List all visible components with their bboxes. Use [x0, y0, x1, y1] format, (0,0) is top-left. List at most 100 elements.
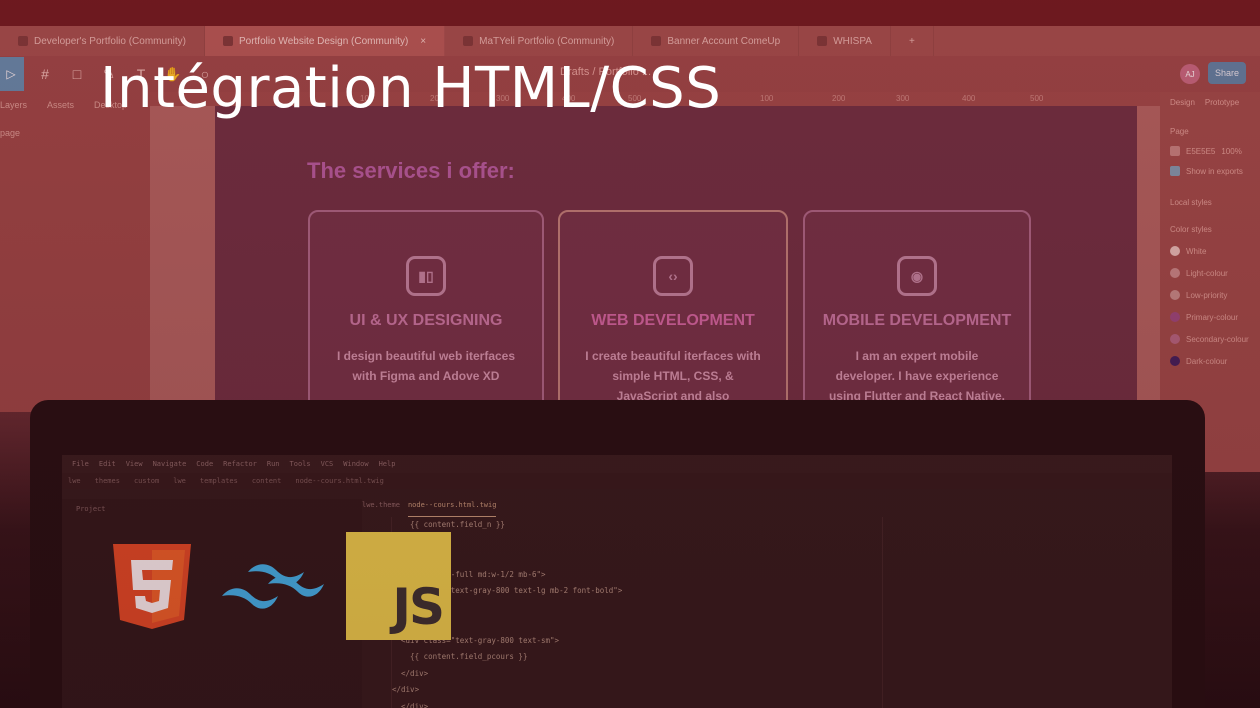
- ide-menu-item[interactable]: View: [126, 460, 143, 468]
- code-line: </div>: [392, 550, 892, 567]
- layers-panel: Layers Assets Desktop page: [0, 92, 150, 412]
- color-style-label: Primary-colour: [1186, 312, 1239, 322]
- ruler-tick: 400: [962, 94, 976, 103]
- ide-menu-item[interactable]: Run: [267, 460, 280, 468]
- code-editor[interactable]: {{ content.field_n }} </div></div><div c…: [392, 517, 892, 708]
- add-tab-button[interactable]: +: [891, 26, 934, 56]
- service-card-web[interactable]: ‹› WEB DEVELOPMENT I create beautiful it…: [558, 210, 788, 423]
- figma-file-icon: [651, 36, 662, 46]
- ide-menu-item[interactable]: Window: [343, 460, 368, 468]
- tab-design[interactable]: Design: [1170, 98, 1195, 107]
- ide-menu-item[interactable]: Tools: [290, 460, 311, 468]
- code-line: </div>: [392, 685, 420, 694]
- tailwind-logo-icon: [222, 564, 324, 609]
- services-title: The services i offer:: [307, 158, 515, 183]
- ide-menu-item[interactable]: Edit: [99, 460, 116, 468]
- design-frame[interactable]: The services i offer: ▮▯ UI & UX DESIGNI…: [215, 106, 1137, 423]
- figma-tab-bar: Developer's Portfolio (Community) Portfol…: [0, 26, 1260, 56]
- js-label: JS: [392, 578, 445, 636]
- checkbox-icon[interactable]: [1170, 166, 1180, 176]
- color-style-item[interactable]: Light-colour: [1160, 256, 1260, 278]
- breadcrumb-item[interactable]: lwe: [68, 477, 81, 485]
- ide-menu-item[interactable]: File: [72, 460, 89, 468]
- figma-tab[interactable]: WHISPA: [799, 26, 891, 56]
- frame-tool-icon[interactable]: #: [34, 63, 56, 85]
- figma-file-icon: [817, 36, 828, 46]
- color-style-item[interactable]: Secondary-colour: [1160, 322, 1260, 344]
- page-title: Intégration HTML/CSS: [100, 56, 722, 121]
- page-heading: Page: [1170, 127, 1189, 136]
- ruler-tick: 100: [760, 94, 774, 103]
- color-swatch-icon: [1170, 356, 1180, 366]
- color-swatch-icon: [1170, 268, 1180, 278]
- tab-prototype[interactable]: Prototype: [1205, 98, 1239, 107]
- color-style-label: White: [1186, 246, 1207, 256]
- breadcrumb-item[interactable]: custom: [134, 477, 159, 485]
- show-exports-label: Show in exports: [1186, 166, 1243, 176]
- figma-tab[interactable]: MaTYeli Portfolio (Community): [445, 26, 634, 56]
- color-style-item[interactable]: White: [1160, 234, 1260, 256]
- figma-file-icon: [222, 36, 233, 46]
- breadcrumb-item[interactable]: node--cours.html.twig: [295, 477, 384, 485]
- breadcrumb-item[interactable]: lwe: [173, 477, 186, 485]
- figma-tab-label: WHISPA: [833, 35, 872, 47]
- figma-file-icon: [463, 36, 474, 46]
- tab-assets[interactable]: Assets: [47, 100, 74, 110]
- page-opacity-value[interactable]: 100%: [1221, 147, 1241, 156]
- ide-menu-item[interactable]: Help: [379, 460, 396, 468]
- code-line: </h3>: [392, 616, 892, 633]
- breadcrumb-item[interactable]: templates: [200, 477, 238, 485]
- breadcrumb-item[interactable]: content: [252, 477, 282, 485]
- service-card-mobile[interactable]: ◉ MOBILE DEVELOPMENT I am an expert mobi…: [803, 210, 1031, 410]
- html5-logo-icon: [113, 544, 191, 629]
- show-exports-row[interactable]: Show in exports: [1160, 156, 1260, 176]
- figma-tab-label: Portfolio Website Design (Community): [238, 35, 409, 47]
- color-styles-heading: Color styles: [1170, 225, 1212, 234]
- color-swatch-icon: [1170, 312, 1180, 322]
- ruler-tick: 200: [832, 94, 846, 103]
- color-swatch-icon: [1170, 334, 1180, 344]
- card-title: WEB DEVELOPMENT: [591, 312, 755, 329]
- card-text: I am an expert mobile developer. I have …: [828, 349, 1006, 403]
- figma-tab[interactable]: Banner Account ComeUp: [633, 26, 800, 56]
- figma-file-icon: [18, 36, 28, 46]
- page-color-value[interactable]: E5E5E5: [1186, 147, 1215, 156]
- ide-menu-item[interactable]: Navigate: [153, 460, 187, 468]
- card-text: I design beautiful web iterfaces with Fi…: [336, 349, 516, 383]
- service-card-ui-ux[interactable]: ▮▯ UI & UX DESIGNING I design beautiful …: [308, 210, 544, 410]
- color-style-item[interactable]: Low-priority: [1160, 278, 1260, 300]
- card-title: UI & UX DESIGNING: [349, 312, 503, 329]
- figma-tab[interactable]: Portfolio Website Design (Community) ×: [204, 26, 446, 56]
- color-style-item[interactable]: Primary-colour: [1160, 300, 1260, 322]
- ide-menu-item[interactable]: Refactor: [223, 460, 257, 468]
- android-icon: ◉: [897, 256, 937, 296]
- code-line: {{ content.field_pcours }}: [392, 652, 528, 661]
- editor-tab[interactable]: lwe.theme: [362, 501, 400, 517]
- code-line: Fonse: [392, 600, 892, 617]
- figma-tab-label: MaTYeli Portfolio (Community): [479, 35, 615, 47]
- breadcrumb: lwe themes custom lwe templates content node--…: [62, 473, 1172, 489]
- javascript-logo-icon: JS: [346, 532, 451, 640]
- tab-layers[interactable]: Layers: [0, 100, 27, 110]
- ide-menu-item[interactable]: Code: [196, 460, 213, 468]
- move-tool-icon[interactable]: ▷: [0, 57, 24, 91]
- color-style-label: Secondary-colour: [1186, 334, 1249, 344]
- project-label: Project: [76, 505, 106, 513]
- figma-tab[interactable]: Developer's Portfolio (Community): [0, 26, 205, 56]
- editor-tab[interactable]: node--cours.html.twig: [407, 501, 497, 517]
- close-tab-icon[interactable]: ×: [420, 36, 426, 47]
- color-swatch-icon: [1170, 290, 1180, 300]
- top-strip: [0, 0, 1260, 26]
- ide-menu-item[interactable]: VCS: [321, 460, 334, 468]
- card-title: MOBILE DEVELOPMENT: [822, 312, 1012, 329]
- code-line: </div>: [392, 701, 429, 708]
- code-line: </div>: [392, 534, 892, 551]
- color-style-label: Low-priority: [1186, 290, 1228, 300]
- code-icon: ‹›: [653, 256, 693, 296]
- breadcrumb-item[interactable]: themes: [95, 477, 120, 485]
- page-fill-row[interactable]: E5E5E5 100%: [1160, 136, 1260, 156]
- shape-tool-icon[interactable]: □: [66, 63, 88, 85]
- color-style-item[interactable]: Dark-colour: [1160, 344, 1260, 366]
- avatar[interactable]: AJ: [1180, 64, 1200, 84]
- share-button[interactable]: Share: [1208, 62, 1246, 84]
